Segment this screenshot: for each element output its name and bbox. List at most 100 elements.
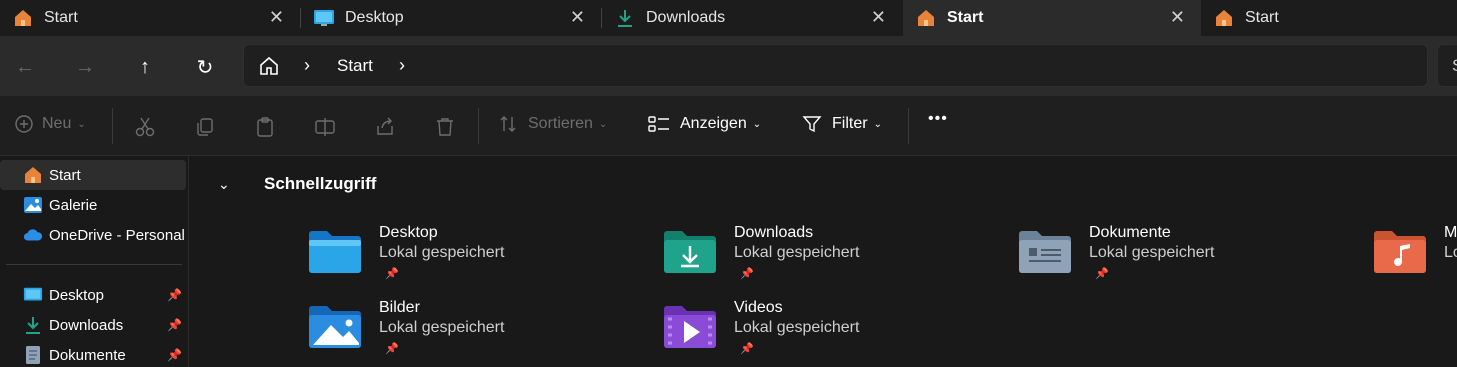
document-icon — [23, 345, 43, 365]
navigation-pane: Start Galerie OneDrive - Personal Deskto… — [0, 156, 189, 367]
sidebar-item-downloads[interactable]: Downloads 📌 — [0, 310, 186, 340]
filter-button[interactable]: Filter ⌄ — [802, 114, 882, 134]
command-bar: Neu ⌄ Sortieren ⌄ Anzeigen ⌄ Filter ⌄ ••… — [0, 96, 1457, 156]
pin-icon[interactable]: 📌 — [385, 267, 399, 280]
item-location: Lokal gespeichert — [1089, 244, 1215, 261]
item-location: Lokal gespeichert — [379, 244, 505, 261]
pin-icon[interactable]: 📌 — [167, 348, 182, 362]
tab-label: Desktop — [345, 9, 404, 26]
search-input[interactable]: S — [1437, 44, 1457, 87]
rename-icon[interactable] — [314, 116, 336, 138]
cut-icon[interactable] — [134, 116, 156, 138]
close-icon[interactable]: ✕ — [871, 8, 886, 26]
sidebar-item-label: Desktop — [49, 286, 105, 304]
desktop-icon — [23, 285, 43, 305]
home-icon — [915, 7, 937, 29]
download-icon — [23, 315, 43, 335]
item-name: Dokumente — [1089, 224, 1171, 241]
tab-label: Start — [1245, 9, 1279, 26]
search-label: S — [1452, 56, 1457, 76]
item-name: Desktop — [379, 224, 438, 241]
item-name: M — [1444, 224, 1457, 241]
sort-label: Sortieren — [528, 115, 593, 132]
downloads-folder-icon — [662, 228, 718, 276]
sort-button[interactable]: Sortieren ⌄ — [498, 114, 607, 134]
item-name: Bilder — [379, 299, 420, 316]
close-icon[interactable]: ✕ — [570, 8, 585, 26]
navigation-bar: ← → ↑ ↻ › Start › S — [0, 36, 1457, 96]
share-icon[interactable] — [374, 116, 396, 138]
pin-icon[interactable]: 📌 — [1095, 267, 1109, 280]
home-icon — [12, 7, 34, 29]
tab-desktop[interactable]: Desktop ✕ — [301, 0, 601, 36]
item-name: Downloads — [734, 224, 814, 241]
plus-icon — [14, 114, 34, 134]
sidebar-item-desktop[interactable]: Desktop 📌 — [0, 280, 186, 310]
sidebar-item-label: Downloads — [49, 316, 124, 334]
address-bar[interactable]: › Start › — [243, 44, 1428, 87]
new-label: Neu — [42, 115, 72, 132]
breadcrumb-chevron-icon[interactable]: › — [304, 55, 310, 76]
cloud-icon — [23, 225, 43, 245]
quick-access-item-desktop[interactable]: Desktop Lokal gespeichert 📌 — [307, 224, 637, 296]
more-options-button[interactable]: ••• — [928, 110, 948, 128]
music-folder-icon — [1372, 228, 1428, 276]
pin-icon[interactable]: 📌 — [740, 342, 754, 355]
chevron-down-icon: ⌄ — [598, 118, 608, 130]
home-icon[interactable] — [259, 56, 279, 81]
chevron-down-icon[interactable]: ⌄ — [218, 176, 238, 193]
breadcrumb-chevron-icon[interactable]: › — [399, 55, 405, 76]
item-location: Lokal gespeichert — [734, 319, 860, 336]
tab-label: Start — [44, 9, 78, 26]
quick-access-item-music[interactable]: M Lo — [1372, 224, 1457, 296]
pin-icon[interactable]: 📌 — [385, 342, 399, 355]
sidebar-item-label: Start — [49, 166, 81, 184]
view-label: Anzeigen — [680, 115, 747, 132]
sidebar-item-label: OneDrive - Personal — [49, 226, 185, 244]
chevron-down-icon: ⌄ — [752, 118, 762, 130]
videos-folder-icon — [662, 303, 718, 351]
view-button[interactable]: Anzeigen ⌄ — [648, 114, 761, 134]
forward-button[interactable]: → — [70, 52, 100, 82]
pin-icon[interactable]: 📌 — [740, 267, 754, 280]
desktop-icon — [313, 7, 335, 29]
section-title: Schnellzugriff — [264, 174, 377, 193]
sidebar-item-start[interactable]: Start — [0, 160, 186, 190]
pin-icon[interactable]: 📌 — [167, 288, 182, 302]
tab-bar: Start ✕ Desktop ✕ Downloads ✕ Start ✕ St… — [0, 0, 1457, 36]
quick-access-item-downloads[interactable]: Downloads Lokal gespeichert 📌 — [662, 224, 992, 296]
quick-access-item-videos[interactable]: Videos Lokal gespeichert 📌 — [662, 299, 992, 367]
tab-downloads[interactable]: Downloads ✕ — [602, 0, 902, 36]
delete-icon[interactable] — [434, 116, 456, 138]
sidebar-item-label: Galerie — [49, 196, 98, 214]
quick-access-item-pictures[interactable]: Bilder Lokal gespeichert 📌 — [307, 299, 637, 367]
tab-label: Downloads — [646, 9, 726, 26]
up-button[interactable]: ↑ — [130, 52, 160, 82]
sidebar-item-gallery[interactable]: Galerie — [0, 190, 186, 220]
desktop-folder-icon — [307, 228, 363, 276]
filter-icon — [802, 114, 822, 134]
chevron-down-icon: ⌄ — [77, 118, 86, 130]
tab-start-2[interactable]: Start — [1201, 0, 1457, 36]
sidebar-item-onedrive[interactable]: OneDrive - Personal — [0, 220, 186, 250]
new-button[interactable]: Neu ⌄ — [14, 114, 86, 134]
paste-icon[interactable] — [254, 116, 276, 138]
main-content: ⌄ Schnellzugriff Desktop Lokal gespeiche… — [190, 156, 1457, 367]
tab-start-active[interactable]: Start ✕ — [903, 0, 1201, 36]
quick-access-item-documents[interactable]: Dokumente Lokal gespeichert 📌 — [1017, 224, 1347, 296]
home-icon — [23, 165, 43, 185]
section-header[interactable]: ⌄ Schnellzugriff — [218, 174, 376, 194]
item-name: Videos — [734, 299, 783, 316]
sidebar-item-documents[interactable]: Dokumente 📌 — [0, 340, 186, 367]
documents-folder-icon — [1017, 228, 1073, 276]
close-icon[interactable]: ✕ — [269, 8, 284, 26]
item-location: Lokal gespeichert — [379, 319, 505, 336]
copy-icon[interactable] — [194, 116, 216, 138]
refresh-button[interactable]: ↻ — [190, 52, 220, 82]
breadcrumb[interactable]: Start — [337, 56, 373, 76]
back-button[interactable]: ← — [10, 52, 40, 82]
item-location: Lo — [1444, 244, 1457, 261]
pin-icon[interactable]: 📌 — [167, 318, 182, 332]
tab-start-1[interactable]: Start ✕ — [0, 0, 300, 36]
close-icon[interactable]: ✕ — [1170, 8, 1185, 26]
